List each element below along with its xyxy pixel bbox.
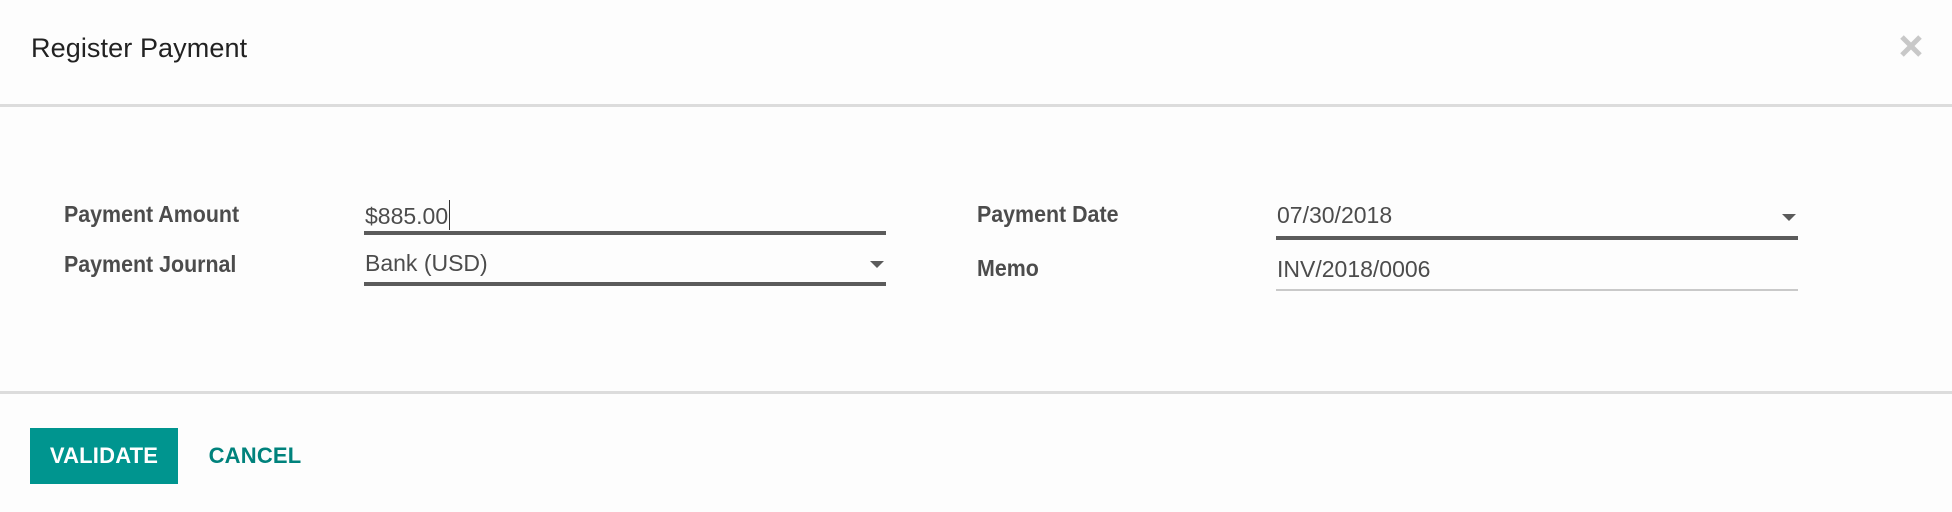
caret-down-icon	[1782, 214, 1796, 221]
payment-amount-value: $885.00	[365, 203, 449, 229]
payment-amount-input[interactable]: $885.00	[364, 198, 886, 238]
payment-journal-value: Bank (USD)	[365, 250, 488, 276]
text-cursor	[449, 200, 451, 230]
dialog-title: Register Payment	[31, 33, 248, 63]
header-divider	[0, 104, 1952, 107]
payment-date-underline	[1276, 236, 1798, 240]
validate-button[interactable]: VALIDATE	[30, 428, 178, 484]
memo-underline	[1276, 289, 1798, 291]
payment-amount-label: Payment Amount	[64, 201, 240, 227]
close-button[interactable]	[1897, 30, 1925, 60]
footer-divider	[0, 391, 1952, 394]
payment-journal-underline	[364, 282, 886, 286]
caret-down-icon	[870, 261, 884, 268]
payment-date-input[interactable]: 07/30/2018	[1276, 200, 1798, 240]
payment-date-label: Payment Date	[977, 201, 1119, 227]
memo-input[interactable]: INV/2018/0006	[1276, 254, 1798, 294]
cancel-button[interactable]: CANCEL	[200, 428, 310, 484]
memo-value: INV/2018/0006	[1277, 256, 1431, 282]
payment-journal-label: Payment Journal	[64, 251, 237, 277]
memo-label: Memo	[977, 255, 1039, 281]
dialog-header: Register Payment	[0, 0, 1952, 104]
close-icon	[1900, 35, 1922, 57]
payment-amount-underline	[364, 231, 886, 235]
payment-date-value: 07/30/2018	[1277, 202, 1393, 228]
payment-journal-select[interactable]: Bank (USD)	[364, 248, 886, 288]
